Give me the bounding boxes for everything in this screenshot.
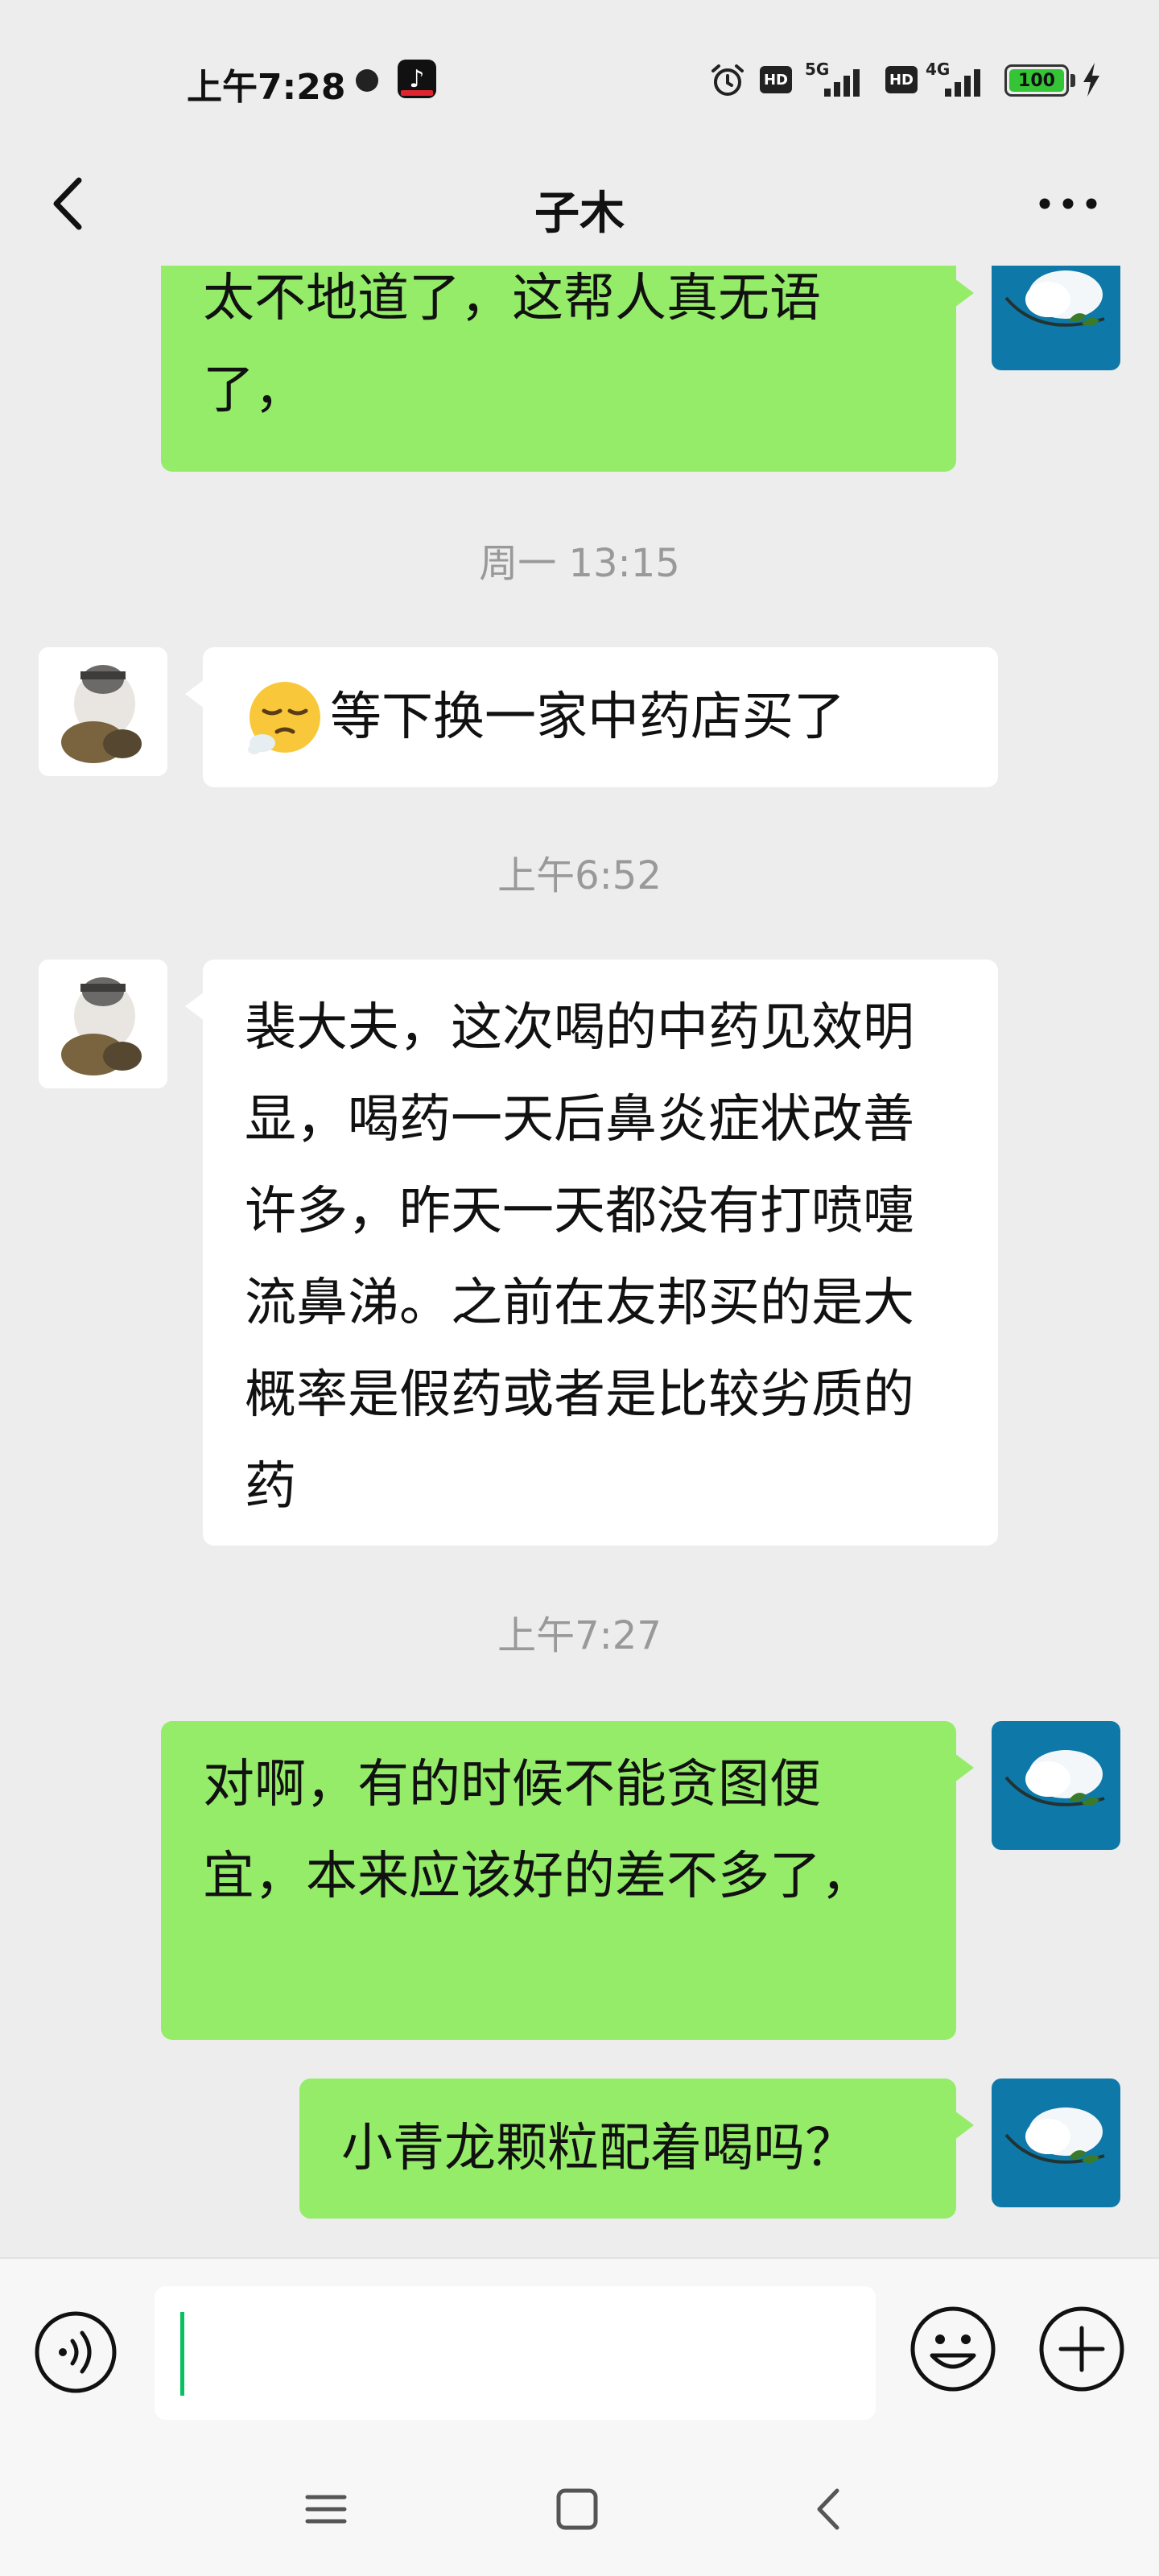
battery-cap: [1070, 74, 1075, 87]
timestamp: 上午6:52: [497, 853, 662, 898]
signal-icon-2: [945, 69, 980, 97]
timestamp: 周一 13:15: [479, 541, 680, 586]
input-bar: [0, 2257, 1159, 2442]
signal-icon: [824, 69, 860, 97]
status-time: 上午7:28: [187, 67, 346, 108]
chat-header: 子木: [0, 145, 1159, 266]
battery-icon: 100: [1004, 64, 1069, 97]
message-list[interactable]: 太不地道了，这帮人真无语了， 周一 13:15 等下换一家中药店买了 上午6:5…: [0, 266, 1159, 2257]
message-bubble-sent[interactable]: 小青龙颗粒配着喝吗？: [299, 2079, 974, 2219]
message-bubble-sent[interactable]: 太不地道了，这帮人真无语了，: [161, 266, 974, 472]
message-bubble-received[interactable]: 等下换一家中药店买了: [185, 647, 998, 787]
alarm-icon: [711, 64, 744, 96]
charging-icon: [1083, 63, 1099, 97]
message-text: 等下换一家中药店买了: [330, 687, 845, 747]
message-input[interactable]: [155, 2286, 876, 2420]
hd-badge-1: HD: [760, 66, 792, 93]
menu-icon[interactable]: [298, 2481, 354, 2537]
status-bar: 上午7:28 ♪ HD 5G HD 4G 100: [0, 0, 1159, 145]
battery-level: 100: [1009, 69, 1064, 92]
message-bubble-sent[interactable]: 对啊，有的时候不能贪图便宜，本来应该好的差不多了，: [161, 1721, 974, 2040]
contact-avatar[interactable]: [39, 960, 167, 1088]
my-avatar[interactable]: [992, 2079, 1120, 2207]
tiktok-icon: ♪: [398, 60, 436, 98]
my-avatar[interactable]: [992, 266, 1120, 370]
voice-icon[interactable]: [32, 2309, 119, 2396]
sighing-face-emoji: [248, 682, 320, 754]
timestamp: 上午7:27: [497, 1613, 662, 1658]
plus-icon[interactable]: [1037, 2304, 1127, 2394]
my-avatar[interactable]: [992, 1721, 1120, 1850]
more-icon[interactable]: [1032, 184, 1104, 224]
home-icon[interactable]: [549, 2481, 605, 2537]
chat-title: 子木: [534, 188, 625, 240]
system-navigation-bar: [0, 2442, 1159, 2576]
emoji-icon[interactable]: [908, 2304, 998, 2394]
text-caret: [180, 2312, 184, 2396]
dot-icon: [356, 69, 378, 92]
message-bubble-received[interactable]: 裴大夫，这次喝的中药见效明显，喝药一天后鼻炎症状改善许多，昨天一天都没有打喷嚏流…: [185, 960, 998, 1546]
back-nav-icon[interactable]: [802, 2481, 858, 2537]
contact-avatar[interactable]: [39, 647, 167, 776]
hd-badge-2: HD: [885, 66, 918, 93]
